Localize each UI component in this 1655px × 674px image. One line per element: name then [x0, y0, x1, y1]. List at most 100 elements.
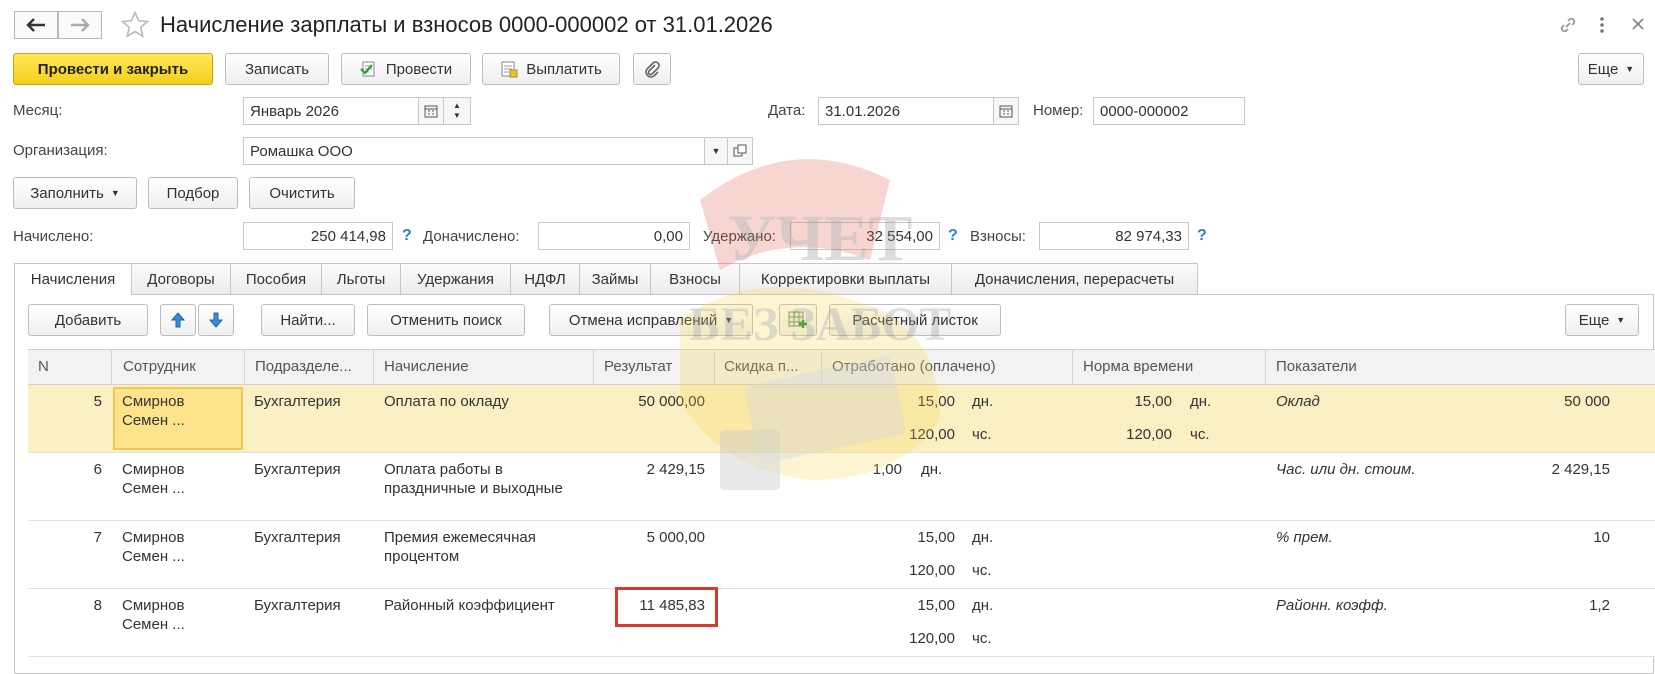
accrued-label: Начислено:: [13, 228, 94, 245]
tab-payment-adjustments[interactable]: Корректировки выплаты: [739, 263, 952, 294]
organization-field[interactable]: Ромашка ООО: [243, 137, 705, 165]
attach-button[interactable]: [633, 53, 671, 85]
month-label: Месяц:: [13, 102, 63, 119]
worked-days-unit: дн.: [972, 597, 994, 614]
add-row-grid-button[interactable]: [779, 304, 817, 336]
employee-name: Смирнов: [122, 597, 185, 614]
find-button[interactable]: Найти...: [261, 304, 355, 336]
department: Бухгалтерия: [254, 461, 341, 478]
post-button[interactable]: Провести: [341, 53, 471, 85]
more-vertical-icon[interactable]: [1596, 14, 1608, 36]
clear-button[interactable]: Очистить: [249, 177, 355, 209]
tab-benefits[interactable]: Пособия: [230, 263, 322, 294]
month-field[interactable]: Январь 2026: [243, 97, 419, 125]
tab-privileges[interactable]: Льготы: [321, 263, 401, 294]
department: Бухгалтерия: [254, 393, 341, 410]
contributions-label: Взносы:: [970, 228, 1026, 245]
result-value: 5 000,00: [646, 529, 705, 546]
accrual-type: Районный коэффициент: [384, 597, 555, 614]
column-header-n[interactable]: N: [38, 358, 49, 375]
tab-loans[interactable]: Займы: [579, 263, 651, 294]
employee-name-line2: Семен ...: [122, 548, 185, 565]
more-button[interactable]: Еще ▼: [1578, 53, 1644, 85]
cancel-corrections-button[interactable]: Отмена исправлений ▼: [549, 304, 753, 336]
tab-accruals[interactable]: Начисления: [14, 263, 132, 295]
close-icon[interactable]: [1630, 16, 1646, 32]
forward-button[interactable]: [58, 11, 102, 39]
accrued-field[interactable]: 250 414,98: [243, 222, 393, 250]
contributions-help-icon[interactable]: ?: [1197, 227, 1207, 245]
indicator-name: Оклад: [1276, 393, 1320, 410]
back-button[interactable]: [14, 11, 58, 39]
number-label: Номер:: [1033, 102, 1084, 119]
norm-days-unit: дн.: [1190, 393, 1212, 410]
indicator-name: % прем.: [1276, 529, 1333, 546]
column-header-accrual[interactable]: Начисление: [384, 358, 469, 375]
worked-days-unit: дн.: [972, 529, 994, 546]
column-header-indicators[interactable]: Показатели: [1276, 358, 1357, 375]
column-header-result[interactable]: Результат: [604, 358, 672, 375]
worked-hours: 120,00: [909, 562, 955, 579]
tab-contracts[interactable]: Договоры: [131, 263, 231, 294]
norm-days: 15,00: [1134, 393, 1172, 410]
calendar-button[interactable]: [418, 97, 444, 125]
column-header-employee[interactable]: Сотрудник: [123, 358, 196, 375]
tab-recalculations[interactable]: Доначисления, перерасчеты: [951, 263, 1198, 294]
employee-name: Смирнов: [122, 461, 185, 478]
withheld-field[interactable]: 32 554,00: [790, 222, 940, 250]
calendar-icon: [999, 105, 1013, 118]
row-number: 8: [93, 597, 102, 614]
employee-name: Смирнов: [122, 529, 185, 546]
column-header-norm[interactable]: Норма времени: [1083, 358, 1193, 375]
column-header-worked[interactable]: Отработано (оплачено): [832, 358, 996, 375]
chevron-down-icon: ▼: [711, 146, 721, 156]
move-up-button[interactable]: [160, 304, 196, 336]
post-and-close-button[interactable]: Провести и закрыть: [13, 53, 213, 85]
page-title: Начисление зарплаты и взносов 0000-00000…: [160, 12, 773, 37]
post-document-icon: [360, 60, 378, 78]
column-header-department[interactable]: Подразделе...: [255, 358, 370, 375]
date-field[interactable]: 31.01.2026: [818, 97, 994, 125]
department: Бухгалтерия: [254, 597, 341, 614]
tab-deductions[interactable]: Удержания: [400, 263, 511, 294]
worked-hours: 120,00: [909, 630, 955, 647]
paperclip-icon: [645, 61, 660, 78]
table-more-button[interactable]: Еще ▼: [1565, 304, 1639, 336]
pick-button[interactable]: Подбор: [148, 177, 238, 209]
save-button[interactable]: Записать: [225, 53, 329, 85]
tab-ndfl[interactable]: НДФЛ: [510, 263, 580, 294]
extra-accrued-label: Доначислено:: [423, 228, 520, 245]
organization-open-button[interactable]: [727, 137, 753, 165]
worked-days-unit: дн.: [921, 461, 943, 478]
date-calendar-button[interactable]: [993, 97, 1019, 125]
accrued-help-icon[interactable]: ?: [402, 227, 412, 245]
highlight-box: [615, 587, 718, 627]
cancel-search-button[interactable]: Отменить поиск: [367, 304, 525, 336]
month-stepper[interactable]: ▲ ▼: [443, 97, 471, 125]
employee-name: Смирнов: [122, 393, 185, 410]
payment-document-icon: [500, 60, 518, 78]
payslip-button[interactable]: Расчетный листок: [829, 304, 1001, 336]
row-number: 6: [93, 461, 102, 478]
indicator-value: 10: [1593, 529, 1610, 546]
fill-button[interactable]: Заполнить ▼: [13, 177, 137, 209]
add-button[interactable]: Добавить: [28, 304, 148, 336]
worked-days: 15,00: [917, 529, 955, 546]
pay-button[interactable]: Выплатить: [482, 53, 620, 85]
accrual-type: Оплата по окладу: [384, 393, 509, 410]
worked-hours-unit: чс.: [972, 426, 992, 443]
extra-accrued-field[interactable]: 0,00: [538, 222, 690, 250]
result-value: 2 429,15: [646, 461, 705, 478]
contributions-field[interactable]: 82 974,33: [1039, 222, 1189, 250]
chevron-up-icon: ▲: [453, 101, 461, 110]
tab-contributions[interactable]: Взносы: [650, 263, 740, 294]
result-value: 50 000,00: [638, 393, 705, 410]
withheld-help-icon[interactable]: ?: [948, 227, 958, 245]
move-down-button[interactable]: [198, 304, 234, 336]
link-icon[interactable]: [1557, 14, 1579, 36]
organization-dropdown-button[interactable]: ▼: [704, 137, 728, 165]
column-header-discount[interactable]: Скидка п...: [724, 358, 814, 375]
star-icon[interactable]: [120, 10, 150, 40]
arrow-left-icon: [26, 18, 45, 32]
number-field[interactable]: 0000-000002: [1093, 97, 1245, 125]
